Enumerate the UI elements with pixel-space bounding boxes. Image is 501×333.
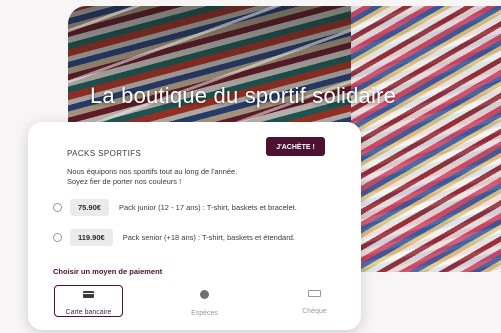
description-line: Nous équipons nos sportifs tout au long … xyxy=(67,167,238,176)
pay-label: Espèces xyxy=(191,310,218,317)
buy-button[interactable]: J'ACHÈTE ! xyxy=(266,137,325,156)
payment-title: Choisir un moyen de paiement xyxy=(53,267,163,276)
option-senior[interactable]: 119.90€ Pack senior (+18 ans) : T-shirt,… xyxy=(53,228,295,246)
description-line: Soyez fier de porter nos couleurs ! xyxy=(67,177,182,186)
pay-label: Chèque xyxy=(302,308,327,315)
price-badge: 119.90€ xyxy=(70,228,113,246)
pay-label: Carte bancaire xyxy=(65,309,112,316)
section-title: PACKS SPORTIFS xyxy=(67,149,142,158)
radio-button[interactable] xyxy=(53,232,62,242)
option-label: Pack junior (12 - 17 ans) : T-shirt, bas… xyxy=(118,202,297,212)
description: Nous équipons nos sportifs tout au long … xyxy=(67,167,297,187)
coin-icon xyxy=(200,290,209,299)
shoe-rack xyxy=(351,6,501,272)
radio-button[interactable] xyxy=(53,202,62,212)
credit-card-icon xyxy=(83,291,94,298)
page-title: La boutique du sportif solidaire xyxy=(90,83,397,108)
option-junior[interactable]: 75.90€ Pack junior (12 - 17 ans) : T-shi… xyxy=(53,198,297,216)
cheque-icon xyxy=(308,290,321,297)
option-label: Pack senior (+18 ans) : T-shirt, baskets… xyxy=(122,232,295,242)
pay-cheque-button[interactable]: Chèque xyxy=(280,285,349,317)
pack-card: PACKS SPORTIFS J'ACHÈTE ! Nous équipons … xyxy=(28,122,361,330)
price-badge: 75.90€ xyxy=(70,198,109,216)
pay-card-button[interactable]: Carte bancaire xyxy=(54,285,123,317)
pay-cash-button[interactable]: Espèces xyxy=(170,285,239,317)
